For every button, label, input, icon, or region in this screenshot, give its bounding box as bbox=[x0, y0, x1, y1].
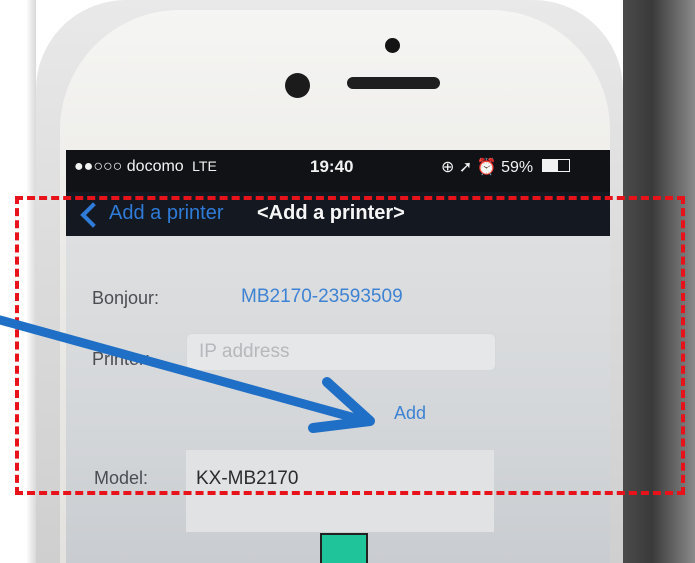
background-right bbox=[623, 0, 695, 563]
battery-icon bbox=[541, 159, 570, 173]
signal-dots: ●●○○○ bbox=[74, 158, 123, 175]
model-value: KX-MB2170 bbox=[196, 468, 299, 489]
ip-address-input[interactable] bbox=[186, 333, 496, 371]
model-field[interactable] bbox=[186, 450, 494, 532]
bonjour-printer-link[interactable]: MB2170-23593509 bbox=[241, 286, 403, 308]
phone-screen: ●●○○○ docomo LTE 19:40 ⊕ ➚ ⏰ 59% Add a p… bbox=[66, 150, 610, 563]
network-type: LTE bbox=[192, 158, 217, 174]
back-button[interactable]: Add a printer bbox=[109, 202, 224, 225]
battery-percent: 59% bbox=[501, 159, 534, 176]
form-content: Bonjour: MB2170-23593509 Printer: Add Mo… bbox=[66, 236, 610, 563]
model-label: Model: bbox=[94, 468, 149, 488]
earpiece-speaker bbox=[347, 77, 440, 89]
page-title: <Add a printer> bbox=[257, 202, 405, 224]
carrier-info: ●●○○○ docomo LTE bbox=[74, 158, 217, 176]
front-camera bbox=[285, 73, 310, 98]
back-chevron-icon[interactable] bbox=[80, 202, 106, 228]
carrier-name: docomo bbox=[126, 158, 184, 175]
green-button[interactable] bbox=[320, 533, 368, 563]
status-icons: ⊕ ➚ ⏰ bbox=[441, 159, 497, 176]
bonjour-label: Bonjour: bbox=[92, 288, 160, 308]
status-indicators: ⊕ ➚ ⏰ 59% bbox=[441, 157, 570, 177]
proximity-sensor bbox=[385, 38, 400, 53]
status-bar: ●●○○○ docomo LTE 19:40 ⊕ ➚ ⏰ 59% bbox=[66, 150, 610, 186]
navigation-bar: Add a printer <Add a printer> bbox=[66, 192, 610, 236]
clock: 19:40 bbox=[310, 157, 354, 176]
add-button[interactable]: Add bbox=[394, 403, 426, 424]
background-left bbox=[0, 0, 36, 563]
printer-label: Printer: bbox=[92, 349, 151, 369]
